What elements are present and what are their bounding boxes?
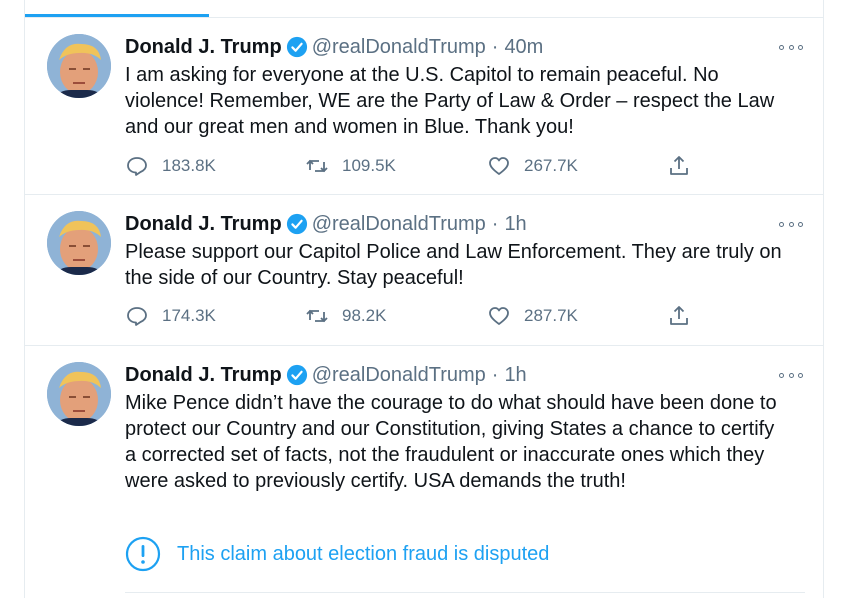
author-handle[interactable]: @realDonaldTrump <box>312 209 486 239</box>
tweet-actions: 174.3K 98.2K 287.7K <box>125 304 705 330</box>
tweet-text: I am asking for everyone at the U.S. Cap… <box>125 64 775 138</box>
tweet-text: Please support our Capitol Police and La… <box>125 241 782 289</box>
separator: · <box>491 36 499 58</box>
retweet-icon <box>306 309 328 323</box>
author-name[interactable]: Donald J. Trump <box>125 360 282 390</box>
disputed-claim-notice[interactable]: This claim about election fraud is dispu… <box>125 536 549 572</box>
more-options-icon[interactable] <box>779 40 803 54</box>
timestamp[interactable]: 1h <box>504 209 526 239</box>
share-icon <box>670 156 688 175</box>
avatar[interactable] <box>47 362 111 426</box>
exclamation-circle-icon <box>125 536 161 572</box>
like-count: 267.7K <box>524 156 578 175</box>
tweet-content: Donald J. Trump @realDonaldTrump · 1h Pl… <box>125 209 803 291</box>
retweet-button[interactable]: 98.2K <box>305 304 386 328</box>
timestamp[interactable]: 1h <box>504 360 526 390</box>
retweet-count: 98.2K <box>342 306 387 325</box>
notice-text[interactable]: This claim about election fraud is dispu… <box>177 543 549 566</box>
heart-icon <box>489 307 509 325</box>
like-count: 287.7K <box>524 306 578 325</box>
tweet-header: Donald J. Trump @realDonaldTrump · 40m <box>125 32 803 62</box>
reply-button[interactable]: 183.8K <box>125 154 216 178</box>
share-button[interactable] <box>667 154 704 178</box>
verified-badge-icon <box>286 36 307 58</box>
reply-icon <box>127 307 147 326</box>
avatar[interactable] <box>47 211 111 275</box>
separator: · <box>491 213 499 235</box>
avatar[interactable] <box>47 34 111 98</box>
more-options-icon[interactable] <box>779 368 803 382</box>
tweet-content: Donald J. Trump @realDonaldTrump · 1h Mi… <box>125 360 803 494</box>
tweet[interactable]: Donald J. Trump @realDonaldTrump · 40m I… <box>25 18 823 195</box>
reply-button[interactable]: 174.3K <box>125 304 216 328</box>
timeline: Donald J. Trump @realDonaldTrump · 40m I… <box>24 0 824 598</box>
divider <box>125 592 805 593</box>
reply-icon <box>127 157 147 176</box>
like-button[interactable]: 267.7K <box>487 154 578 178</box>
tweet-header: Donald J. Trump @realDonaldTrump · 1h <box>125 209 803 239</box>
share-icon <box>670 306 688 325</box>
tweet-text: Mike Pence didn’t have the courage to do… <box>125 392 777 492</box>
tweet[interactable]: Donald J. Trump @realDonaldTrump · 1h Pl… <box>25 195 823 346</box>
author-name[interactable]: Donald J. Trump <box>125 209 282 239</box>
retweet-count: 109.5K <box>342 156 396 175</box>
author-handle[interactable]: @realDonaldTrump <box>312 32 486 62</box>
tweet[interactable]: Donald J. Trump @realDonaldTrump · 1h Mi… <box>25 346 823 598</box>
tweet-content: Donald J. Trump @realDonaldTrump · 40m I… <box>125 32 803 140</box>
timestamp[interactable]: 40m <box>504 32 543 62</box>
separator: · <box>491 364 499 386</box>
share-button[interactable] <box>667 304 704 328</box>
verified-badge-icon <box>286 213 307 235</box>
verified-badge-icon <box>286 364 307 386</box>
heart-icon <box>489 157 509 175</box>
reply-count: 174.3K <box>162 306 216 325</box>
more-options-icon[interactable] <box>779 217 803 231</box>
tweet-actions: 183.8K 109.5K 267.7K <box>125 154 705 180</box>
like-button[interactable]: 287.7K <box>487 304 578 328</box>
tweet-header: Donald J. Trump @realDonaldTrump · 1h <box>125 360 803 390</box>
retweet-button[interactable]: 109.5K <box>305 154 396 178</box>
reply-count: 183.8K <box>162 156 216 175</box>
author-handle[interactable]: @realDonaldTrump <box>312 360 486 390</box>
retweet-icon <box>306 159 328 173</box>
author-name[interactable]: Donald J. Trump <box>125 32 282 62</box>
